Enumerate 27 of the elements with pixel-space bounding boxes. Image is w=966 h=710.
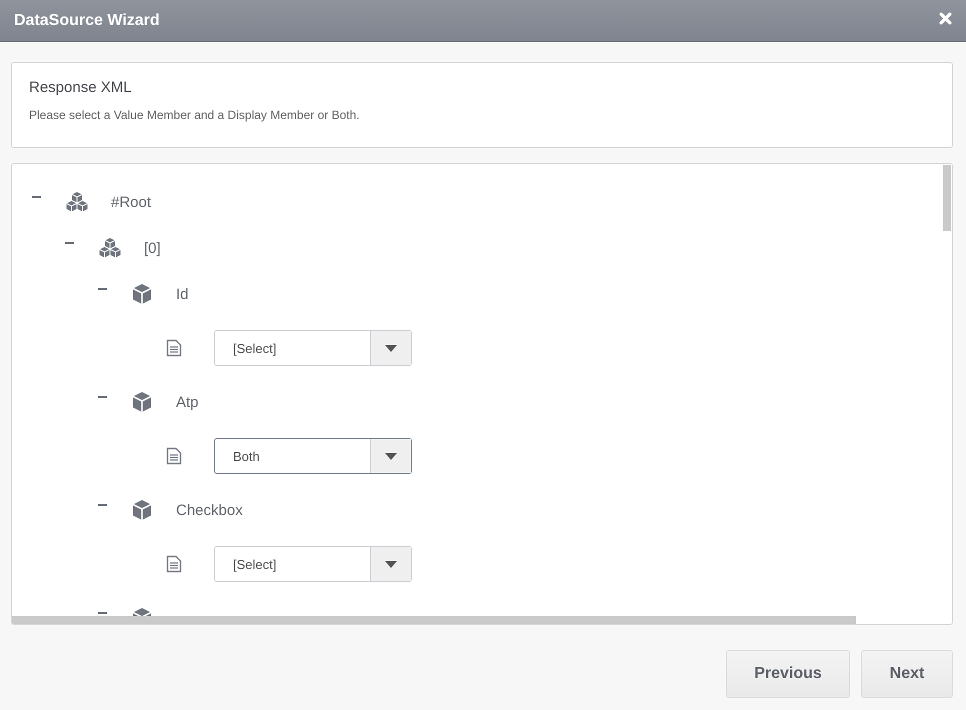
section-title: Response XML [29, 79, 133, 96]
cube-icon [132, 283, 152, 305]
node-label[interactable]: Atp [176, 394, 199, 410]
dropdown[interactable]: [Select] [214, 330, 412, 366]
dropdown[interactable]: Both [214, 438, 412, 474]
close-icon[interactable] [939, 12, 952, 25]
caret-icon [385, 344, 397, 352]
document-icon [166, 339, 182, 357]
cube-icon [132, 391, 152, 413]
dropdown[interactable]: [Select] [214, 546, 412, 582]
document-icon [166, 555, 182, 573]
caret-icon [385, 452, 397, 460]
caret-icon [385, 560, 397, 568]
cube-icon [132, 499, 152, 521]
vertical-scrollbar[interactable] [943, 165, 951, 231]
previous-button[interactable]: Previous [726, 650, 850, 698]
cubes-icon [65, 191, 89, 213]
node-label[interactable]: [0] [144, 240, 161, 256]
document-icon [166, 447, 182, 465]
horizontal-scrollbar[interactable] [12, 616, 856, 624]
next-button[interactable]: Next [861, 650, 953, 698]
cubes-icon [98, 237, 122, 259]
node-label[interactable]: Checkbox [176, 502, 243, 518]
node-label[interactable]: #Root [111, 194, 152, 210]
node-label[interactable]: Id [176, 286, 189, 302]
instruction-text: Please select a Value Member and a Display Member or Both. [29, 108, 361, 122]
window-title: DataSource Wizard [14, 12, 160, 30]
